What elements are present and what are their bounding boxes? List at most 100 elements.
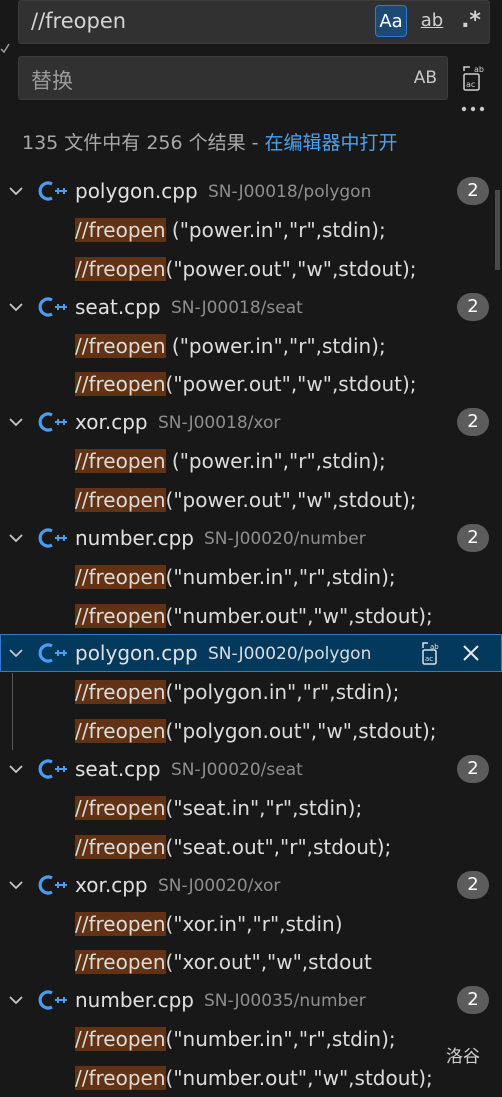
match-line-text: //freopen("seat.in","r",stdin);: [75, 795, 363, 820]
chevron-down-icon[interactable]: [6, 528, 26, 548]
file-path: SN-J00020/number: [204, 528, 366, 549]
match-count-badge: 2: [457, 986, 489, 1015]
match-count-badge: 2: [457, 754, 489, 783]
match-whole-word-toggle[interactable]: ab: [415, 5, 449, 37]
match-rest-text: ("number.in","r",stdin);: [165, 1027, 396, 1052]
match-rest-text: ("polygon.in","r",stdin);: [165, 680, 400, 705]
file-path: SN-J00018/xor: [158, 413, 281, 434]
match-line-row[interactable]: //freopen("seat.in","r",stdin);: [0, 788, 502, 827]
file-name: number.cpp: [75, 525, 194, 550]
match-line-text: //freopen("power.out","w",stdout);: [75, 487, 417, 512]
chevron-down-icon[interactable]: [6, 412, 26, 432]
file-name: number.cpp: [75, 988, 194, 1013]
svg-text:ab: ab: [474, 65, 484, 74]
cpp-file-icon: [38, 527, 68, 549]
file-name: seat.cpp: [75, 756, 161, 781]
file-path: SN-J00035/number: [204, 991, 366, 1012]
match-line-row[interactable]: //freopen("power.out","w",stdout);: [0, 480, 502, 519]
replace-input-box[interactable]: 替换 AB: [18, 56, 448, 100]
toggle-replace-icon[interactable]: [0, 40, 10, 54]
preserve-case-toggle[interactable]: AB: [414, 68, 437, 88]
file-name: xor.cpp: [75, 872, 148, 897]
replace-all-button[interactable]: ab ac: [460, 62, 490, 94]
file-path: SN-J00020/polygon: [208, 644, 372, 665]
match-line-text: //freopen("polygon.in","r",stdin);: [75, 680, 400, 705]
match-line-row[interactable]: //freopen ("power.in","r",stdin);: [0, 326, 502, 365]
chevron-down-icon[interactable]: [6, 875, 26, 895]
search-input-box[interactable]: //freopen Aa ab .*: [18, 0, 490, 44]
cpp-file-icon: [38, 874, 68, 896]
match-line-text: //freopen("xor.in","r",stdin): [75, 911, 343, 936]
regex-toggle[interactable]: .*: [457, 5, 485, 37]
chevron-down-icon[interactable]: [6, 643, 26, 663]
match-count-badge: 2: [457, 523, 489, 552]
match-rest-text: ("seat.in","r",stdin);: [165, 795, 363, 820]
file-result-row[interactable]: seat.cpp SN-J00020/seat 2: [0, 750, 502, 788]
chevron-down-icon[interactable]: [6, 990, 26, 1010]
svg-text:ac: ac: [466, 80, 475, 89]
file-result-row[interactable]: number.cpp SN-J00035/number 2: [0, 981, 502, 1019]
file-result-row[interactable]: number.cpp SN-J00020/number 2: [0, 519, 502, 557]
dismiss-file-icon[interactable]: [460, 640, 482, 666]
cpp-file-icon: [38, 411, 68, 433]
watermark: 洛谷: [446, 1047, 480, 1067]
match-highlight: //freopen: [75, 603, 166, 628]
match-line-row[interactable]: //freopen("number.out","w",stdout);: [0, 596, 502, 635]
results-count-text: 135 文件中有 256 个结果: [22, 132, 246, 154]
match-highlight: //freopen: [75, 218, 166, 242]
match-line-row[interactable]: //freopen ("power.in","r",stdin);: [0, 441, 502, 480]
match-highlight: //freopen: [75, 1065, 166, 1090]
match-line-text: //freopen("number.out","w",stdout);: [75, 603, 433, 628]
summary-separator: -: [251, 132, 259, 154]
results-tree: polygon.cpp SN-J00018/polygon 2 //freopen (…: [0, 172, 502, 1097]
file-path: SN-J00018/polygon: [208, 182, 372, 202]
cpp-file-icon: [38, 180, 68, 202]
file-result-row[interactable]: polygon.cpp SN-J00018/polygon 2: [0, 172, 502, 210]
match-line-row[interactable]: //freopen("number.out","w",stdout);: [0, 1058, 502, 1097]
file-result-row[interactable]: xor.cpp SN-J00018/xor 2: [0, 403, 502, 441]
file-name: xor.cpp: [75, 410, 148, 435]
match-line-text: //freopen("xor.out","w",stdout: [75, 950, 372, 975]
file-result-row[interactable]: polygon.cpp SN-J00020/polygon ab ac: [0, 634, 502, 673]
match-highlight: //freopen: [75, 372, 166, 397]
match-line-row[interactable]: //freopen("polygon.in","r",stdin);: [0, 672, 502, 711]
match-line-row[interactable]: //freopen("number.in","r",stdin);: [0, 557, 502, 596]
match-highlight: //freopen: [75, 834, 166, 859]
match-line-row[interactable]: //freopen("seat.out","r",stdout);: [0, 827, 502, 866]
match-line-text: //freopen("seat.out","r",stdout);: [75, 834, 391, 859]
chevron-down-icon[interactable]: [6, 759, 26, 779]
replace-all-icon: ab ac: [463, 65, 484, 91]
replace-input[interactable]: 替换: [31, 65, 73, 95]
match-line-row[interactable]: //freopen("polygon.out","w",stdout);: [0, 711, 502, 750]
match-rest-text: ("power.out","w",stdout);: [165, 256, 417, 281]
match-line-text: //freopen("power.out","w",stdout);: [75, 372, 417, 397]
match-line-row[interactable]: //freopen("power.out","w",stdout);: [0, 249, 502, 288]
match-line-row[interactable]: //freopen("number.in","r",stdin);: [0, 1019, 502, 1058]
open-in-editor-link[interactable]: 在编辑器中打开: [265, 132, 398, 154]
match-highlight: //freopen: [75, 795, 166, 820]
match-line-text: //freopen ("power.in","r",stdin);: [75, 218, 386, 242]
cpp-file-icon: [38, 758, 68, 780]
indent-guide: [12, 673, 13, 750]
match-rest-text: ("power.in","r",stdin);: [165, 333, 386, 358]
file-result-row[interactable]: seat.cpp SN-J00018/seat 2: [0, 288, 502, 326]
match-line-row[interactable]: //freopen("xor.in","r",stdin): [0, 904, 502, 943]
file-path: SN-J00020/seat: [171, 759, 303, 780]
match-highlight: //freopen: [75, 449, 166, 474]
more-actions-icon[interactable]: [460, 102, 488, 116]
match-line-text: //freopen("number.in","r",stdin);: [75, 564, 396, 589]
match-rest-text: ("power.out","w",stdout);: [165, 487, 417, 512]
match-line-row[interactable]: //freopen("power.out","w",stdout);: [0, 364, 502, 403]
file-result-row[interactable]: xor.cpp SN-J00020/xor 2: [0, 866, 502, 904]
file-name: polygon.cpp: [75, 641, 198, 666]
match-count-badge: 2: [457, 177, 489, 205]
chevron-down-icon[interactable]: [6, 297, 26, 317]
chevron-down-icon[interactable]: [6, 181, 26, 201]
search-input[interactable]: //freopen: [31, 9, 126, 33]
file-path: SN-J00018/seat: [171, 297, 303, 318]
match-line-row[interactable]: //freopen ("power.in","r",stdin);: [0, 210, 502, 249]
match-line-row[interactable]: //freopen("xor.out","w",stdout: [0, 942, 502, 981]
match-line-text: //freopen ("power.in","r",stdin);: [75, 333, 386, 358]
replace-file-icon[interactable]: ab ac: [418, 640, 444, 666]
match-case-toggle[interactable]: Aa: [375, 5, 407, 37]
